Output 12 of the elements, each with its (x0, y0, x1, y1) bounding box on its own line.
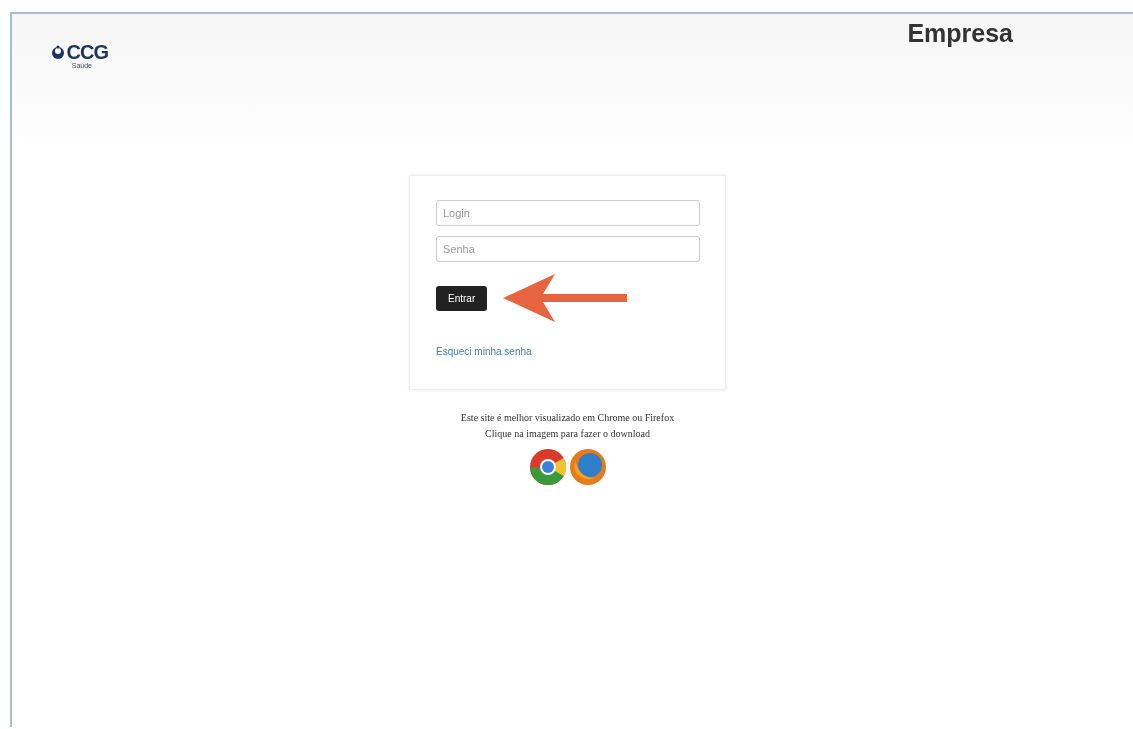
login-button[interactable]: Entrar (436, 285, 488, 311)
firefox-icon[interactable] (568, 448, 607, 486)
note-text: Clique na imagem para fazer o download (485, 428, 650, 439)
chrome-icon[interactable] (528, 448, 567, 486)
page-title: Empresa (907, 19, 1013, 48)
note-text: Este site é melhor visualizado em Chrome ou Firefox (460, 412, 675, 423)
forgot-password-link[interactable]: Esqueci minha senha (436, 346, 532, 357)
logo-icon (50, 45, 65, 59)
login-field[interactable]: Login (436, 200, 700, 226)
logo-text: CCG (66, 42, 108, 62)
arrow-icon (503, 274, 628, 322)
password-field[interactable]: Senha (436, 236, 700, 262)
